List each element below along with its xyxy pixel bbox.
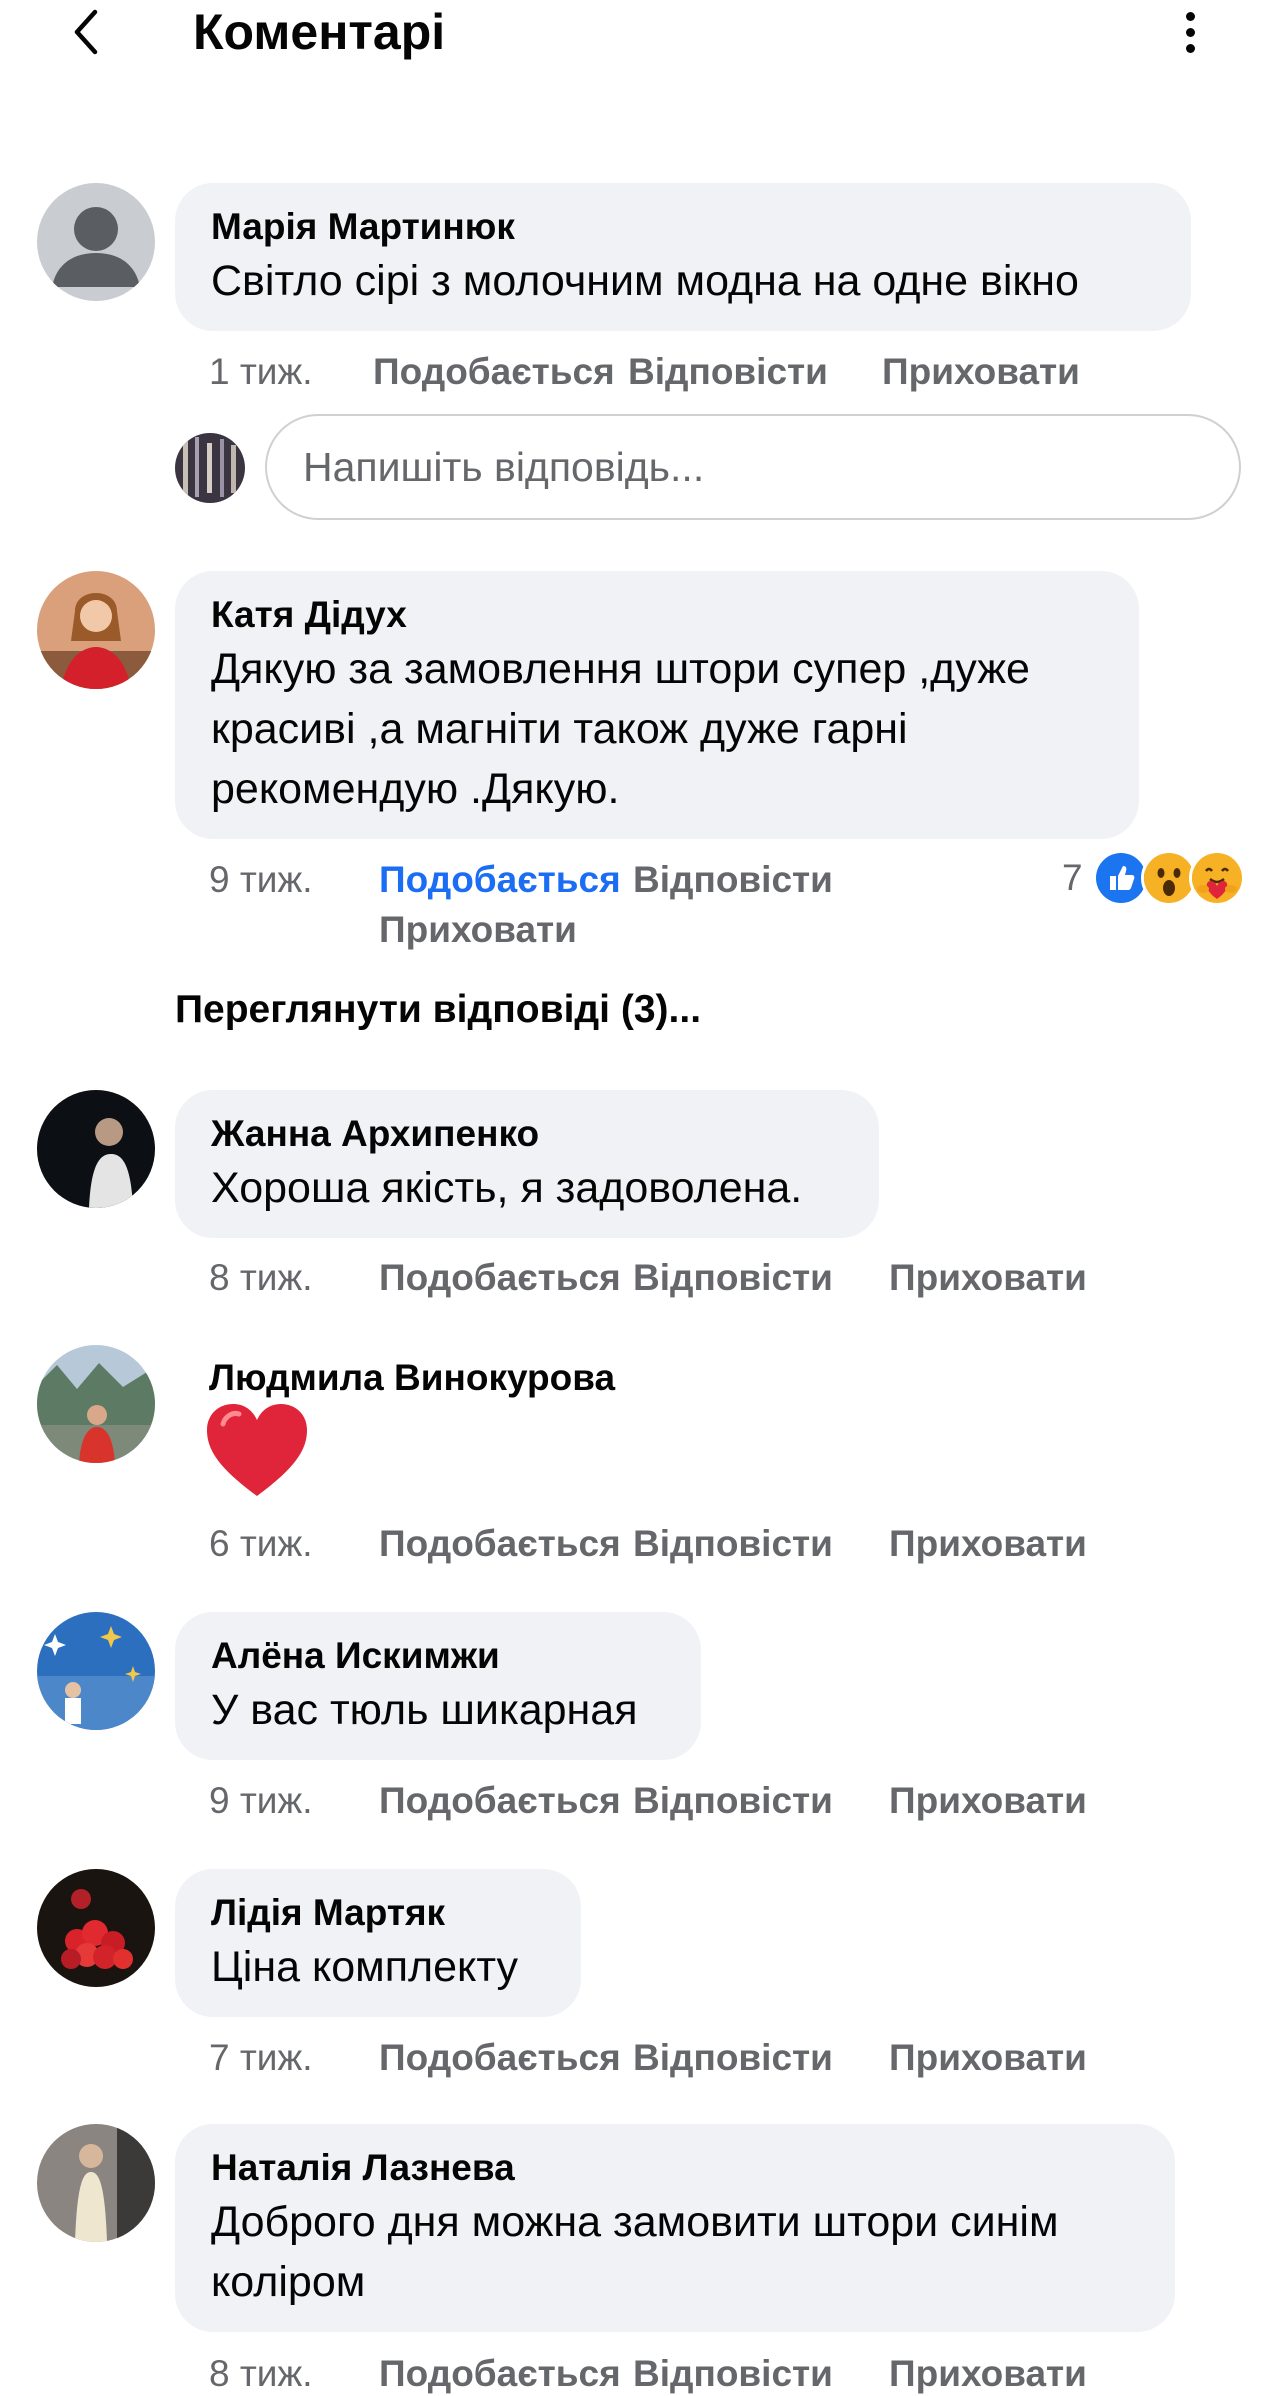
red-heart-emoji — [205, 1402, 309, 1500]
like-button[interactable]: Подобається — [379, 2352, 633, 2396]
comment-bubble: Лідія Мартяк Ціна комплекту — [175, 1869, 581, 2017]
reply-button[interactable]: Відповісти — [633, 2036, 889, 2080]
comment-text: Хороша якість, я задоволена. — [211, 1164, 803, 1212]
comment-text: У вас тюль шикарная — [211, 1686, 638, 1734]
comment-author[interactable]: Жанна Архипенко — [211, 1112, 843, 1156]
comment-time[interactable]: 1 тиж. — [209, 350, 373, 394]
more-options-button[interactable] — [1170, 6, 1210, 58]
like-button[interactable]: Подобається — [379, 1256, 633, 1300]
reply-button[interactable]: Відповісти — [633, 1779, 889, 1823]
page-title: Коментарі — [193, 4, 446, 60]
comment-bubble: Марія Мартинюк Світло сірі з молочним мо… — [175, 183, 1191, 331]
comment-time[interactable]: 9 тиж. — [209, 1779, 379, 1823]
reactions-summary[interactable]: 7 — [1062, 850, 1245, 906]
comment-meta: 1 тиж. Подобається Відповісти Приховати — [209, 350, 1080, 394]
reply-button[interactable]: Відповісти — [633, 1522, 889, 1566]
hide-button[interactable]: Приховати — [889, 1256, 1087, 1300]
comment-meta: 9 тиж. Подобається Відповісти — [209, 858, 833, 902]
avatar[interactable] — [37, 1869, 155, 1987]
view-replies-link[interactable]: Переглянути відповіді (3)... — [175, 988, 701, 1032]
comment-text: Ціна комплекту — [211, 1943, 519, 1991]
care-reaction-icon — [1188, 850, 1245, 906]
like-button[interactable]: Подобається — [379, 858, 633, 902]
hide-button[interactable]: Приховати — [889, 1522, 1087, 1566]
comment-author[interactable]: Катя Дідух — [211, 593, 1103, 637]
comment-author[interactable]: Лідія Мартяк — [211, 1891, 545, 1935]
like-button[interactable]: Подобається — [379, 1522, 633, 1566]
avatar[interactable] — [37, 1345, 155, 1463]
comment-bubble: Алёна Искимжи У вас тюль шикарная — [175, 1612, 701, 1760]
comment-text: Дякую за замовлення штори супер ,дуже кр… — [211, 645, 1030, 813]
comment-time[interactable]: 8 тиж. — [209, 2352, 379, 2396]
comment-time[interactable]: 9 тиж. — [209, 858, 379, 902]
comment-bubble: Наталія Лазнева Доброго дня можна замови… — [175, 2124, 1175, 2332]
hide-button[interactable]: Приховати — [889, 2352, 1087, 2396]
reply-button[interactable]: Відповісти — [628, 350, 882, 394]
comment-text: Світло сірі з молочним модна на одне вік… — [211, 257, 1079, 305]
hide-button[interactable]: Приховати — [889, 1779, 1087, 1823]
comment-author[interactable]: Алёна Искимжи — [211, 1634, 665, 1678]
chevron-left-icon — [74, 9, 98, 55]
reply-button[interactable]: Відповісти — [633, 2352, 889, 2396]
current-user-avatar — [175, 433, 245, 503]
reply-button[interactable]: Відповісти — [633, 858, 833, 902]
more-vertical-icon — [1185, 11, 1195, 21]
like-button[interactable]: Подобається — [379, 1779, 633, 1823]
comment-time[interactable]: 7 тиж. — [209, 2036, 379, 2080]
comment-meta: 8 тиж. Подобається Відповісти Приховати — [209, 1256, 1087, 1300]
avatar[interactable] — [37, 183, 155, 301]
back-button[interactable] — [62, 8, 110, 56]
comment-author[interactable]: Людмила Винокурова — [209, 1356, 615, 1400]
comment-meta: 6 тиж. Подобається Відповісти Приховати — [209, 1522, 1087, 1566]
comment-meta: 8 тиж. Подобається Відповісти Приховати — [209, 2352, 1087, 2396]
comment-meta: 9 тиж. Подобається Відповісти Приховати — [209, 1779, 1087, 1823]
comment-author[interactable]: Наталія Лазнева — [211, 2146, 1139, 2190]
hide-button[interactable]: Приховати — [379, 908, 577, 952]
comment-bubble: Жанна Архипенко Хороша якість, я задовол… — [175, 1090, 879, 1238]
reply-button[interactable]: Відповісти — [633, 1256, 889, 1300]
like-button[interactable]: Подобається — [373, 350, 628, 394]
hide-button[interactable]: Приховати — [882, 350, 1080, 394]
avatar[interactable] — [37, 571, 155, 689]
reaction-count: 7 — [1062, 857, 1083, 898]
avatar[interactable] — [37, 1612, 155, 1730]
comment-bubble: Катя Дідух Дякую за замовлення штори суп… — [175, 571, 1139, 839]
comment-author[interactable]: Марія Мартинюк — [211, 205, 1155, 249]
like-button[interactable]: Подобається — [379, 2036, 633, 2080]
avatar[interactable] — [37, 1090, 155, 1208]
avatar[interactable] — [37, 2124, 155, 2242]
comment-meta-secondary: Приховати — [379, 908, 577, 952]
reply-input-placeholder: Напишіть відповідь... — [303, 443, 705, 490]
hide-button[interactable]: Приховати — [889, 2036, 1087, 2080]
comment-meta: 7 тиж. Подобається Відповісти Приховати — [209, 2036, 1087, 2080]
comment-time[interactable]: 6 тиж. — [209, 1522, 379, 1566]
reply-input[interactable]: Напишіть відповідь... — [265, 414, 1241, 520]
comment-time[interactable]: 8 тиж. — [209, 1256, 379, 1300]
comment-text: Доброго дня можна замовити штори синім к… — [211, 2198, 1059, 2306]
